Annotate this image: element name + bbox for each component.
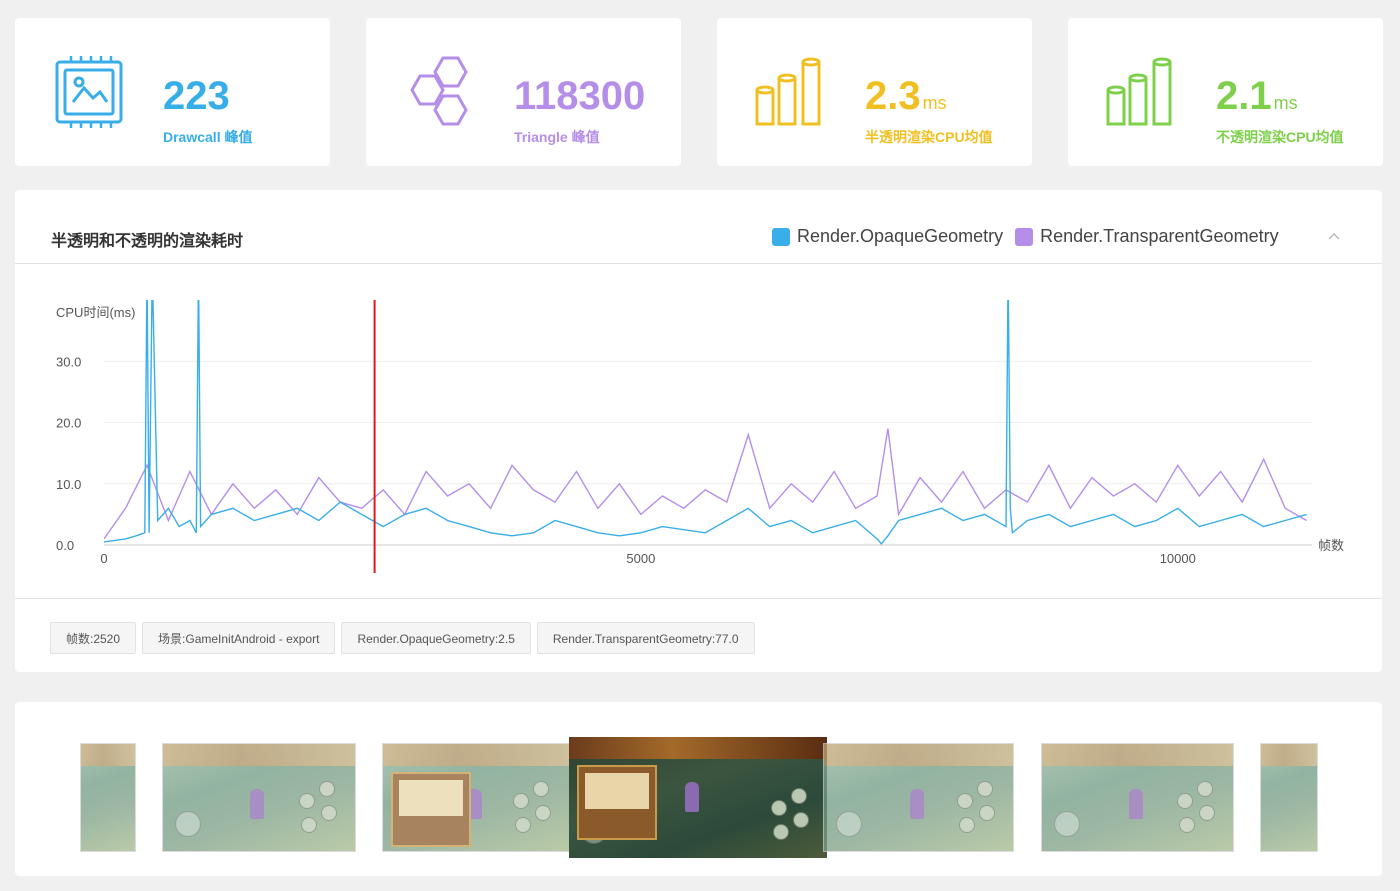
stat-card-triangle: 118300 Triangle 峰值 [366,18,681,166]
joystick-icon [175,811,201,837]
y-tick-label: 30.0 [56,354,81,369]
tag-frame: 帧数:2520 [50,622,137,654]
game-character [685,782,699,812]
bar-cylinders-icon [755,57,821,126]
game-hud-bar [383,744,569,766]
y-tick-label: 10.0 [56,477,81,492]
transparent-cpu-avg-label: 半透明渲染CPU均值 [865,129,993,145]
game-hud-bar [163,744,355,766]
opaque-cpu-avg-label: 不透明渲染CPU均值 [1216,129,1344,145]
skill-button-icon [319,781,335,797]
skill-button-icon [535,805,551,821]
panel-title: 半透明和不透明的渲染耗时 [51,233,244,250]
opaque-cpu-avg-value: 2.1 ms [1216,74,1298,118]
game-hud-bar [824,744,1013,766]
x-axis-label: 帧数 [1318,538,1344,553]
legend-swatch-transparent [1015,227,1034,246]
frame-screenshot-strip [15,702,1382,876]
skill-button-icon [1179,817,1195,833]
skill-button-icon [1197,781,1213,797]
skill-button-icon [301,817,317,833]
game-hud-bar [1042,744,1233,766]
frame-thumbnail[interactable] [1260,743,1318,852]
skill-button-icon [979,805,995,821]
game-character [910,789,924,819]
skill-button-icon [513,793,529,809]
skill-button-icon [321,805,337,821]
skill-button-icon [773,824,789,840]
stat-card-opaque-cpu: 2.1 ms 不透明渲染CPU均值 [1068,18,1383,166]
legend-label-transparent: Render.TransparentGeometry [1040,226,1279,246]
stat-card-drawcall: 223 Drawcall 峰值 [15,18,330,166]
chart-legend: Render.OpaqueGeometry Render.Transparent… [772,226,1291,247]
series-line-opaque [104,300,1307,545]
tag-opaque-value: Render.OpaqueGeometry:2.5 [341,622,531,654]
skill-button-icon [791,788,807,804]
skill-button-icon [1199,805,1215,821]
x-tick-label: 0 [100,551,107,566]
frame-thumbnail[interactable] [382,743,570,852]
y-axis-label: CPU时间(ms) [56,305,135,320]
y-tick-label: 20.0 [56,416,81,431]
skill-button-icon [771,800,787,816]
hexagons-icon [410,56,468,126]
frame-thumbnail[interactable] [1041,743,1234,852]
joystick-icon [836,811,862,837]
skill-button-icon [793,812,809,828]
drawcall-peak-value: 223 [163,74,230,118]
x-tick-label: 10000 [1160,551,1196,566]
legend-item-transparent[interactable]: Render.TransparentGeometry [1015,226,1279,247]
legend-item-opaque[interactable]: Render.OpaqueGeometry [772,226,1003,247]
legend-label-opaque: Render.OpaqueGeometry [797,226,1004,246]
game-character [1129,789,1143,819]
legend-swatch-opaque [772,227,790,246]
skill-button-icon [957,793,973,809]
game-character [250,789,264,819]
joystick-icon [1054,811,1080,837]
drawcall-peak-label: Drawcall 峰值 [163,129,253,145]
skill-button-icon [515,817,531,833]
tag-transparent-value: Render.TransparentGeometry:77.0 [536,622,755,654]
header-divider [15,263,1382,264]
chevron-up-icon[interactable] [1328,232,1340,242]
tag-scene: 场景:GameInitAndroid - export [142,622,336,654]
skill-button-icon [533,781,549,797]
frame-thumbnail-selected[interactable] [569,737,827,858]
game-hud-bar [81,744,135,766]
game-dialog [577,765,657,840]
frame-info-tags: 帧数:2520 场景:GameInitAndroid - export Rend… [50,622,761,654]
frame-thumbnail[interactable] [162,743,356,852]
footer-divider [15,598,1382,599]
game-dialog [391,772,471,847]
transparent-cpu-avg-value: 2.3 ms [865,74,947,118]
game-hud-bar [569,737,827,759]
stat-card-transparent-cpu: 2.3 ms 半透明渲染CPU均值 [717,18,1032,166]
skill-button-icon [1177,793,1193,809]
skill-button-icon [959,817,975,833]
skill-button-icon [977,781,993,797]
game-hud-bar [1261,744,1317,766]
skill-button-icon [299,793,315,809]
bar-cylinders-icon [1106,57,1172,126]
triangle-peak-value: 118300 [514,74,646,118]
frame-thumbnail[interactable] [823,743,1014,852]
frame-thumbnail[interactable] [80,743,136,852]
y-tick-label: 0.0 [56,538,74,553]
render-time-panel: 0.0 10.0 20.0 30.0 0 5000 10000 CPU时间(ms) 帧数 半透明… [15,190,1382,672]
chip-image-icon [55,56,123,128]
x-tick-label: 5000 [626,551,655,566]
triangle-peak-label: Triangle 峰值 [514,129,600,145]
